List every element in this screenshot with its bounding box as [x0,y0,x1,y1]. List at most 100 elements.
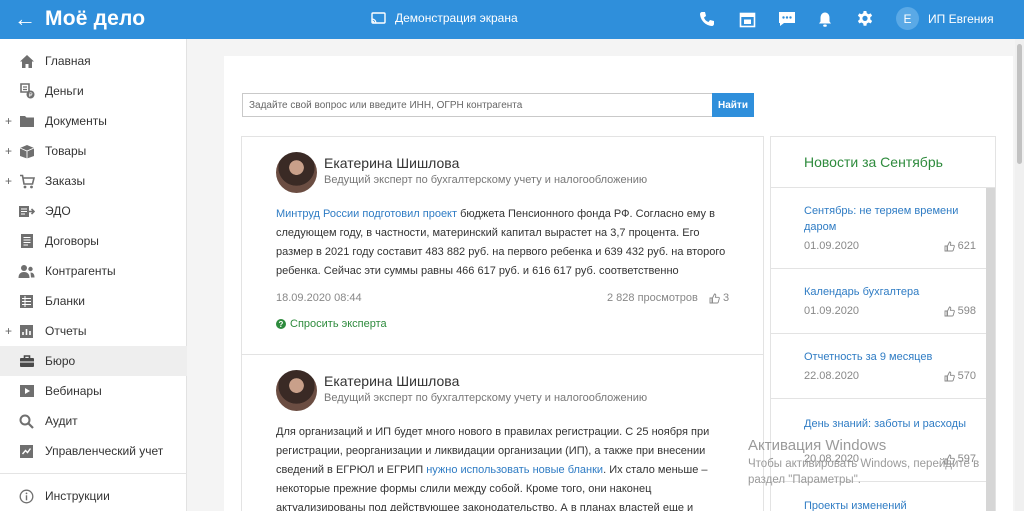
sidebar-item-audit[interactable]: Аудит [0,406,187,436]
expand-plus-icon[interactable]: + [5,174,12,188]
news-item-date: 01.09.2020 [804,240,860,252]
sidebar-item-money[interactable]: ₽ Деньги [0,76,187,106]
sidebar-item-reports[interactable]: + Отчеты [0,316,187,346]
video-icon [18,383,35,399]
page-scrollbar-thumb[interactable] [1017,44,1022,164]
sidebar-item-label: Бланки [45,294,85,308]
info-icon [18,488,35,504]
folder-icon [18,113,35,129]
expert-feed: Екатерина Шишлова Ведущий эксперт по бух… [241,136,764,511]
news-item-likes[interactable]: 598 [944,305,976,317]
news-item: Календарь бухгалтера 01.09.2020 598 [804,284,976,317]
ask-expert-link[interactable]: ? Спросить эксперта [276,318,387,330]
sidebar-item-label: ЭДО [45,204,71,218]
post-text: Для организаций и ИП будет много нового … [276,423,731,511]
post-views: 2 828 просмотров [607,292,698,304]
post-link[interactable]: подготовил проект [362,208,457,220]
news-item-link[interactable]: Отчетность за 9 месяцев [804,349,976,365]
post-text: Минтруд России подготовил проект бюджета… [276,205,731,281]
bell-icon[interactable] [815,9,835,29]
post-link[interactable]: нужно использовать новые бланки [426,464,603,476]
post-author: Екатерина Шишлова [324,373,460,389]
sidebar-item-edo[interactable]: ЭДО [0,196,187,226]
expand-plus-icon[interactable]: + [5,144,12,158]
sidebar-item-forms[interactable]: Бланки [0,286,187,316]
news-divider [771,268,986,269]
briefcase-icon [18,353,35,369]
news-item-link[interactable]: День знаний: заботы и расходы [804,416,976,432]
sidebar-item-label: Вебинары [45,384,102,398]
cart-icon [18,173,35,189]
post-likes-count: 3 [723,292,730,304]
news-divider [771,333,986,334]
news-item-likes-count: 598 [957,305,976,317]
news-item-link[interactable]: Проекты изменений [804,498,976,511]
search-input[interactable] [242,93,712,117]
sidebar-item-goods[interactable]: + Товары [0,136,187,166]
news-item-link[interactable]: Сентябрь: не теряем времени даром [804,203,976,235]
expand-plus-icon[interactable]: + [5,324,12,338]
expert-avatar [276,152,317,193]
thumbs-up-icon [709,293,720,303]
sidebar-item-label: Договоры [45,234,99,248]
sidebar-divider [0,473,187,474]
chat-icon[interactable] [777,9,797,29]
box-icon [18,143,35,159]
user-name: ИП Евгения [928,11,994,26]
contract-icon [18,233,35,249]
news-item-likes-count: 570 [957,370,976,382]
question-icon: ? [276,319,286,329]
sidebar-item-label: Документы [45,114,107,128]
sidebar-item-documents[interactable]: + Документы [0,106,187,136]
report-icon [18,323,35,339]
edo-icon [18,203,35,219]
news-item-likes[interactable]: 570 [944,370,976,382]
post-link[interactable]: Минтруд России [276,208,359,220]
sidebar-item-counterparties[interactable]: Контрагенты [0,256,187,286]
gear-icon[interactable] [855,9,875,29]
people-icon [18,263,35,279]
post-divider [242,354,763,355]
news-item-link[interactable]: Календарь бухгалтера [804,284,976,300]
user-menu[interactable]: Е ИП Евгения [896,7,994,30]
news-item-likes[interactable]: 621 [944,240,976,252]
forms-icon [18,293,35,309]
money-icon: ₽ [18,83,35,99]
sidebar-item-label: Заказы [45,174,86,188]
screen-demo-button[interactable]: Демонстрация экрана [371,11,518,25]
sidebar-item-bureau[interactable]: Бюро [0,346,187,376]
watermark-title: Активация Windows [748,437,887,454]
watermark-text: Чтобы активировать Windows, перейдите в … [748,458,980,486]
back-arrow-icon[interactable]: ← [14,6,36,32]
news-item-date: 01.09.2020 [804,305,860,317]
expand-plus-icon[interactable]: + [5,114,12,128]
sidebar-item-management-accounting[interactable]: Управленческий учет [0,436,187,466]
sidebar-item-instructions[interactable]: Инструкции [0,481,187,511]
top-bar: ← Моё дело Демонстрация экрана Е ИП Евге… [0,0,1024,39]
app-logo[interactable]: Моё дело [45,7,145,31]
sidebar-item-webinars[interactable]: Вебинары [0,376,187,406]
user-avatar: Е [896,7,919,30]
sidebar-item-label: Управленческий учет [45,444,164,458]
expert-avatar [276,370,317,411]
search-bar: Найти [242,93,754,117]
thumbs-up-icon [944,306,955,316]
sidebar-item-orders[interactable]: + Заказы [0,166,187,196]
sidebar-item-label: Контрагенты [45,264,116,278]
post-like-button[interactable]: 3 [709,292,729,304]
search-button[interactable]: Найти [712,93,754,117]
sidebar-item-contracts[interactable]: Договоры [0,226,187,256]
screen-cast-icon [371,11,386,24]
ask-expert-label: Спросить эксперта [290,318,387,330]
screen-demo-label: Демонстрация экрана [395,11,518,25]
post-author-role: Ведущий эксперт по бухгалтерскому учету … [324,392,648,404]
management-icon [18,443,35,459]
sidebar-item-home[interactable]: Главная [0,46,187,76]
post-date: 18.09.2020 08:44 [276,292,362,304]
news-divider [771,398,986,399]
news-item: Проекты изменений [804,498,976,511]
phone-icon[interactable] [697,9,717,29]
thumbs-up-icon [944,241,955,251]
calendar-icon[interactable] [737,9,757,29]
thumbs-up-icon [944,371,955,381]
